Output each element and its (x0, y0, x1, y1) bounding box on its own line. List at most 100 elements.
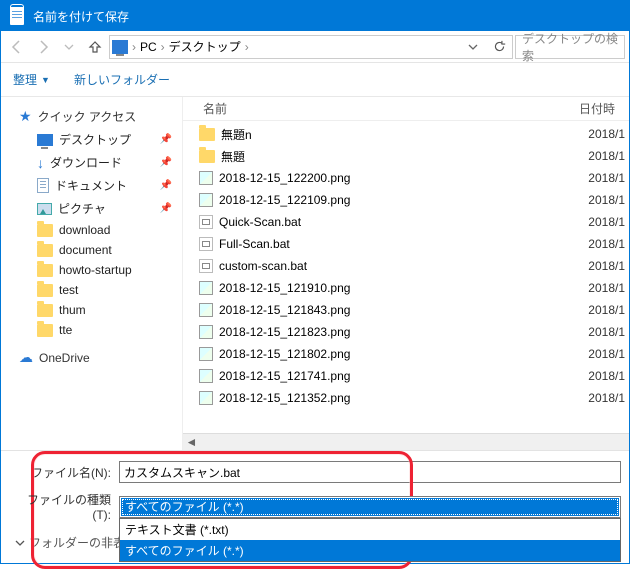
file-name: 2018-12-15_121352.png (219, 391, 350, 405)
search-placeholder: デスクトップの検索 (522, 30, 618, 64)
file-row[interactable]: 2018-12-15_121910.png 2018/1 (183, 277, 629, 299)
file-name: 2018-12-15_121741.png (219, 369, 350, 383)
file-date: 2018/1 (588, 171, 629, 185)
file-name: 2018-12-15_121802.png (219, 347, 350, 361)
file-date: 2018/1 (588, 281, 629, 295)
address-bar[interactable]: › PC › デスクトップ › (109, 35, 513, 59)
file-row[interactable]: 無題n 2018/1 (183, 123, 629, 145)
horizontal-scrollbar[interactable]: ◄ (183, 433, 629, 450)
filetype-combobox[interactable]: すべてのファイル (*.*) テキスト文書 (*.txt) すべてのファイル (… (119, 496, 621, 518)
folder-icon (37, 304, 53, 317)
sidebar-item-downloads[interactable]: ↓ ダウンロード 📌 (19, 151, 182, 174)
image-file-icon (199, 369, 213, 383)
file-row[interactable]: 無題2018/1 (183, 145, 629, 167)
breadcrumb-pc[interactable]: PC (140, 40, 157, 54)
desktop-icon (37, 134, 53, 146)
chevron-right-icon: › (161, 40, 165, 54)
file-row[interactable]: Full-Scan.bat2018/1 (183, 233, 629, 255)
file-date: 2018/1 (588, 391, 629, 405)
file-date: 2018/1 (588, 325, 629, 339)
window-title: 名前を付けて保存 (33, 8, 129, 25)
document-icon (37, 178, 49, 193)
image-file-icon (199, 347, 213, 361)
pin-icon: 📌 (160, 157, 172, 168)
file-name: 2018-12-15_121823.png (219, 325, 350, 339)
dropdown-history-button[interactable] (462, 42, 484, 52)
file-row[interactable]: 2018-12-15_121802.png 2018/1 (183, 343, 629, 365)
sidebar-item-folder[interactable]: tte (19, 320, 182, 340)
sidebar-item-folder[interactable]: howto-startup (19, 260, 182, 280)
organize-menu[interactable]: 整理 ▼ (13, 71, 50, 88)
filetype-option-all[interactable]: すべてのファイル (*.*) (120, 540, 620, 561)
file-date: 2018/1 (588, 303, 629, 317)
file-date: 2018/1 (588, 347, 629, 361)
sidebar-item-documents[interactable]: ドキュメント 📌 (19, 174, 182, 197)
pin-icon: 📌 (160, 203, 172, 214)
file-row[interactable]: 2018-12-15_121352.png 2018/1 (183, 387, 629, 409)
file-date: 2018/1 (588, 259, 629, 273)
file-name: 2018-12-15_122109.png (219, 193, 350, 207)
file-date: 2018/1 (588, 149, 629, 163)
pc-icon (112, 40, 128, 54)
sidebar-item-folder[interactable]: download (19, 220, 182, 240)
chevron-down-icon: ▼ (41, 75, 50, 85)
filetype-option-txt[interactable]: テキスト文書 (*.txt) (120, 519, 620, 540)
notepad-icon (9, 7, 25, 25)
search-input[interactable]: デスクトップの検索 (515, 35, 625, 59)
chevron-down-icon (15, 538, 25, 548)
folder-icon (37, 264, 53, 277)
filetype-dropdown[interactable]: テキスト文書 (*.txt) すべてのファイル (*.*) (119, 518, 621, 562)
back-button[interactable] (5, 35, 29, 59)
up-button[interactable] (83, 35, 107, 59)
bat-file-icon (199, 237, 213, 251)
file-row[interactable]: 2018-12-15_122109.png2018/1 (183, 189, 629, 211)
file-name: 無題n (221, 126, 252, 143)
column-date[interactable]: 日付時 (579, 100, 629, 117)
command-bar: 整理 ▼ 新しいフォルダー (1, 63, 629, 97)
bat-file-icon (199, 259, 213, 273)
folder-icon (37, 224, 53, 237)
file-name: custom-scan.bat (219, 259, 307, 273)
sidebar-onedrive[interactable]: ☁ OneDrive (19, 346, 182, 369)
refresh-button[interactable] (488, 40, 510, 53)
file-row[interactable]: Quick-Scan.bat 2018/1 (183, 211, 629, 233)
folder-icon (199, 150, 215, 163)
file-row[interactable]: 2018-12-15_121823.png 2018/1 (183, 321, 629, 343)
breadcrumb-desktop[interactable]: デスクトップ (169, 38, 241, 55)
file-date: 2018/1 (588, 215, 629, 229)
download-icon: ↓ (37, 155, 44, 171)
filename-input[interactable]: カスタムスキャン.bat (119, 461, 621, 483)
pin-icon: 📌 (160, 180, 172, 191)
image-file-icon (199, 193, 213, 207)
pin-icon: 📌 (160, 134, 172, 145)
file-date: 2018/1 (588, 369, 629, 383)
file-name: 2018-12-15_122200.png (219, 171, 350, 185)
chevron-right-icon: › (245, 40, 249, 54)
sidebar-item-folder[interactable]: test (19, 280, 182, 300)
forward-button[interactable] (31, 35, 55, 59)
column-name[interactable]: 名前 (183, 100, 579, 117)
scroll-left-button[interactable]: ◄ (183, 435, 200, 450)
file-row[interactable]: 2018-12-15_121741.png 2018/1 (183, 365, 629, 387)
recent-locations-button[interactable] (57, 35, 81, 59)
sidebar-item-pictures[interactable]: ピクチャ 📌 (19, 197, 182, 220)
filename-label: ファイル名(N): (9, 464, 119, 481)
column-headers[interactable]: 名前 日付時 (183, 97, 629, 121)
sidebar-item-desktop[interactable]: デスクトップ 📌 (19, 128, 182, 151)
file-row[interactable]: 2018-12-15_122200.png 2018/1 (183, 167, 629, 189)
file-date: 2018/1 (588, 127, 629, 141)
scroll-track[interactable] (200, 435, 629, 450)
new-folder-button[interactable]: 新しいフォルダー (74, 71, 170, 88)
bat-file-icon (199, 215, 213, 229)
file-name: Quick-Scan.bat (219, 215, 301, 229)
star-icon: ★ (19, 108, 32, 125)
file-row[interactable]: 2018-12-15_121843.png2018/1 (183, 299, 629, 321)
sidebar-item-folder[interactable]: document (19, 240, 182, 260)
sidebar-quick-access[interactable]: ★ クイック アクセス (19, 105, 182, 128)
file-row[interactable]: custom-scan.bat 2018/1 (183, 255, 629, 277)
file-name: 2018-12-15_121910.png (219, 281, 350, 295)
file-list[interactable]: 無題n2018/1無題2018/12018-12-15_122200.png20… (183, 121, 629, 433)
cloud-icon: ☁ (19, 349, 33, 366)
sidebar-item-folder[interactable]: thum (19, 300, 182, 320)
image-file-icon (199, 325, 213, 339)
